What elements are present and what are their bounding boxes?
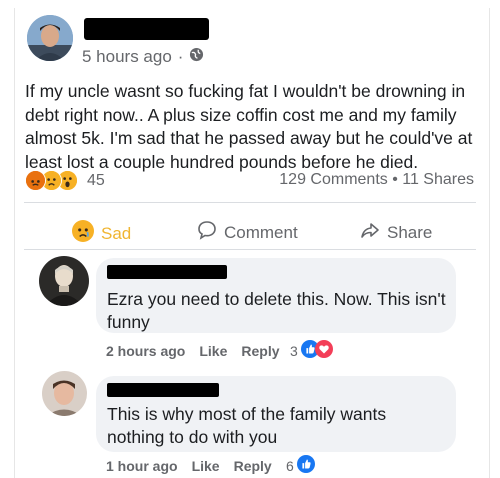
comment-actions: 2 hours ago Like Reply: [106, 343, 280, 359]
angry-reaction-icon: [25, 170, 46, 191]
globe-icon: [189, 47, 204, 67]
divider: [24, 249, 476, 250]
comment-icon: [197, 220, 217, 245]
post-text: If my uncle wasnt so fucking fat I would…: [25, 81, 473, 172]
poster-name-redacted: [84, 18, 209, 40]
comment-button[interactable]: Comment: [197, 220, 298, 245]
commenter-name-redacted: [107, 265, 227, 279]
comment-reply-button[interactable]: Reply: [234, 458, 272, 474]
sad-label: Sad: [101, 223, 132, 243]
comment-like-button[interactable]: Like: [192, 458, 220, 474]
comment-reaction-count: 3: [290, 342, 298, 359]
meta-separator: ·: [177, 47, 184, 66]
comment-text: Ezra you need to delete this. Now. This …: [107, 289, 446, 332]
comment-label: Comment: [224, 222, 298, 242]
commenter-avatar[interactable]: [39, 256, 89, 306]
love-reaction-icon: [314, 340, 333, 361]
post-meta: 5 hours ago ·: [82, 47, 204, 67]
share-button[interactable]: Share: [360, 220, 432, 245]
poster-avatar[interactable]: [27, 15, 73, 61]
commenter-name-redacted: [107, 383, 219, 397]
comment-reactions[interactable]: 3: [290, 340, 333, 361]
comment-reaction-count: 6: [286, 457, 294, 474]
comment-time[interactable]: 2 hours ago: [106, 343, 185, 359]
comment-text: This is why most of the family wants not…: [107, 404, 387, 447]
divider: [24, 202, 476, 203]
share-icon: [360, 220, 380, 245]
reaction-count: 45: [87, 171, 105, 189]
sad-button[interactable]: Sad: [72, 220, 131, 247]
comment-reactions[interactable]: 6: [286, 455, 315, 476]
post-reactions[interactable]: 45: [25, 170, 105, 191]
post-time[interactable]: 5 hours ago: [82, 47, 172, 67]
like-reaction-icon: [296, 455, 315, 476]
share-label: Share: [387, 222, 433, 242]
sad-reaction-icon: [72, 220, 94, 247]
comment-like-button[interactable]: Like: [199, 343, 227, 359]
comment-reply-button[interactable]: Reply: [241, 343, 279, 359]
comment-actions: 1 hour ago Like Reply: [106, 458, 272, 474]
commenter-avatar[interactable]: [42, 371, 87, 416]
post-stats[interactable]: 129 Comments • 11 Shares: [279, 171, 474, 189]
comment-time[interactable]: 1 hour ago: [106, 458, 178, 474]
